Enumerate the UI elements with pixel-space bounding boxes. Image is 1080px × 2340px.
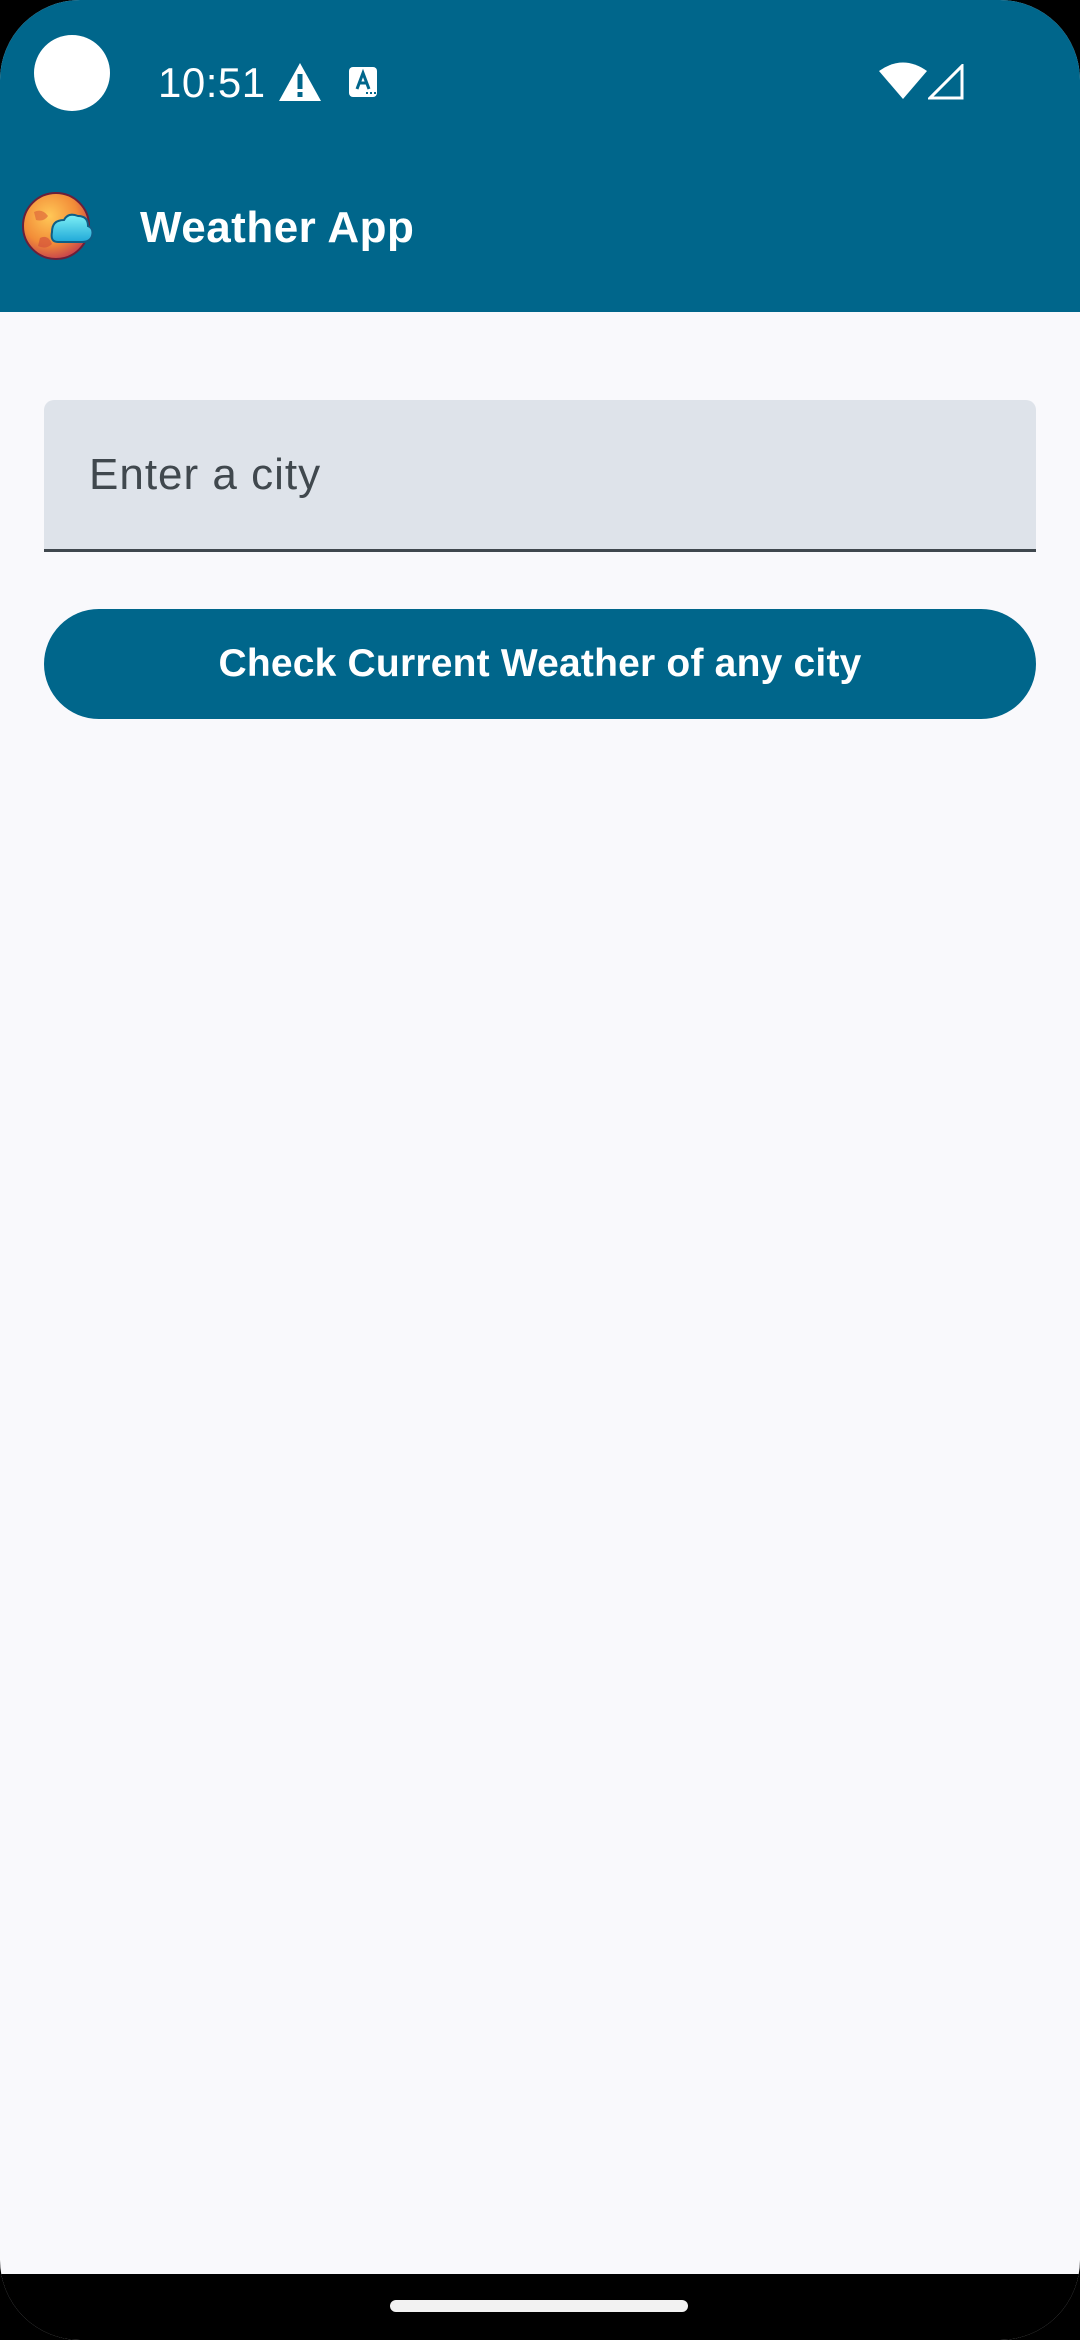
status-time: 10:51 — [158, 59, 266, 106]
city-input[interactable] — [44, 400, 1036, 549]
home-handle[interactable] — [390, 2300, 688, 2312]
app-bar: Weather App — [0, 168, 1080, 312]
signal-icon — [928, 64, 964, 100]
wifi-icon — [879, 62, 927, 99]
app-title: Weather App — [140, 203, 415, 252]
weather-globe-cloud-icon — [22, 192, 94, 260]
camera-cutout — [34, 35, 110, 111]
phone-screen: 10:51 Weather App Enter a city Check Cur… — [0, 0, 1080, 2340]
warning-icon — [279, 63, 321, 101]
status-bar: 10:51 — [0, 0, 1080, 168]
check-weather-button[interactable]: Check Current Weather of any city — [44, 609, 1036, 719]
accessibility-icon — [349, 67, 377, 97]
header: 10:51 Weather App — [0, 0, 1080, 312]
city-field[interactable] — [44, 400, 1036, 552]
